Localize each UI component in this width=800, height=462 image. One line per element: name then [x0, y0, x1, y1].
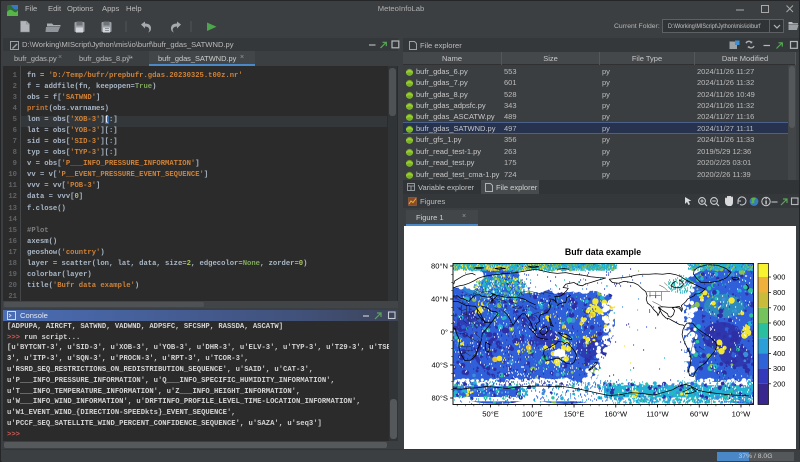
svg-text:700: 700 — [773, 303, 785, 312]
svg-text:10°W: 10°W — [732, 410, 751, 419]
svg-text:900: 900 — [773, 273, 785, 282]
svg-text:50°E: 50°E — [482, 410, 499, 419]
svg-text:600: 600 — [773, 319, 785, 328]
svg-text:Bufr data example: Bufr data example — [565, 247, 641, 257]
svg-text:150°E: 150°E — [564, 410, 585, 419]
svg-text:300: 300 — [773, 364, 785, 373]
svg-text:40°N: 40°N — [431, 295, 448, 304]
svg-text:80°S: 80°S — [431, 394, 448, 403]
svg-text:100°E: 100°E — [522, 410, 543, 419]
svg-text:800: 800 — [773, 288, 785, 297]
svg-text:160°W: 160°W — [604, 410, 628, 419]
svg-text:110°W: 110°W — [646, 410, 669, 419]
svg-text:80°N: 80°N — [431, 262, 448, 271]
svg-text:200: 200 — [773, 379, 785, 388]
svg-text:60°W: 60°W — [690, 410, 709, 419]
svg-text:0°: 0° — [441, 328, 448, 337]
svg-text:40°S: 40°S — [431, 361, 448, 370]
svg-text:500: 500 — [773, 334, 785, 343]
svg-text:400: 400 — [773, 349, 785, 358]
